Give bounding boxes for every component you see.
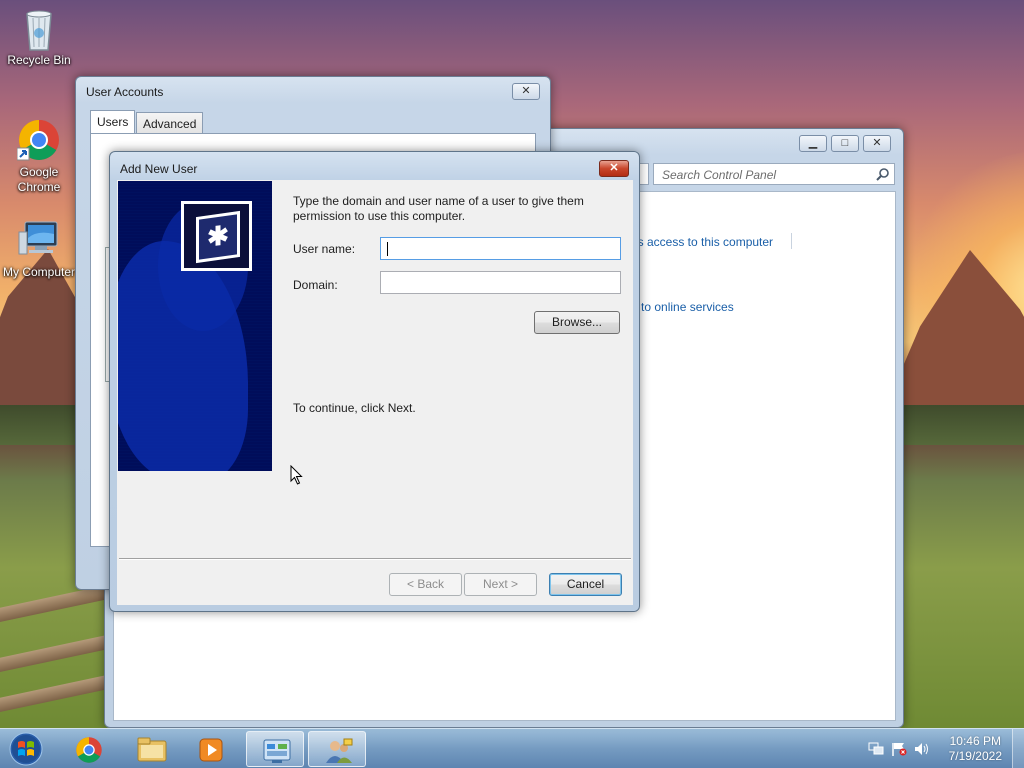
continue-hint: To continue, click Next. [293, 401, 416, 415]
wallpaper-fence [0, 633, 119, 674]
chrome-icon [16, 118, 61, 162]
taskbar-explorer[interactable] [122, 731, 180, 767]
media-player-icon [197, 736, 225, 762]
minimize-button[interactable]: ▁ [799, 135, 827, 152]
taskbar-control-panel[interactable] [246, 731, 304, 767]
action-center-flag-icon[interactable] [891, 742, 907, 756]
button-divider [119, 558, 631, 560]
explorer-folder-icon [137, 736, 167, 762]
close-button[interactable]: ✕ [863, 135, 891, 152]
tab-users[interactable]: Users [90, 110, 136, 134]
system-tray: 10:46 PM 7/19/2022 [864, 729, 1024, 768]
desktop-icon-my-computer[interactable]: My Computer [1, 218, 77, 280]
wizard-banner-image: ✱ [118, 181, 272, 471]
dialog-body: ✱ Type the domain and user name of a use… [117, 180, 633, 605]
mouse-cursor-icon [290, 464, 304, 485]
control-panel-icon [262, 737, 291, 763]
username-label: User name: [293, 242, 356, 256]
search-icon[interactable] [876, 167, 890, 181]
computer-icon [17, 218, 61, 262]
desktop-icon-google-chrome[interactable]: Google Chrome [1, 118, 77, 195]
taskbar: 10:46 PM 7/19/2022 [0, 728, 1024, 768]
text-caret [387, 242, 388, 256]
desktop-icon-label: Recycle Bin [7, 53, 71, 67]
next-button[interactable]: Next > [464, 573, 537, 596]
show-desktop-button[interactable] [1012, 729, 1024, 768]
link-online-services[interactable]: to online services [641, 300, 734, 314]
instruction-text: Type the domain and user name of a user … [293, 194, 584, 223]
domain-input[interactable] [380, 271, 621, 294]
window-title: User Accounts [86, 85, 164, 99]
taskbar-user-accounts[interactable] [308, 731, 366, 767]
browse-button[interactable]: Browse... [534, 311, 620, 334]
close-button[interactable]: ✕ [512, 83, 540, 100]
desktop-icon-recycle-bin[interactable]: Recycle Bin [1, 6, 77, 68]
back-button[interactable]: < Back [389, 573, 462, 596]
network-icon[interactable] [868, 742, 884, 756]
link-separator [791, 233, 792, 249]
start-button[interactable] [6, 731, 46, 767]
taskbar-media-player[interactable] [182, 731, 240, 767]
taskbar-chrome[interactable] [60, 731, 118, 767]
dialog-title: Add New User [120, 162, 198, 176]
chrome-icon [75, 736, 103, 763]
search-placeholder: Search Control Panel [662, 168, 777, 182]
username-input[interactable] [380, 237, 621, 260]
add-new-user-dialog: Add New User ✕ ✱ Type the domain and use… [109, 151, 640, 612]
desktop-icon-label: My Computer [2, 265, 76, 279]
tab-advanced[interactable]: Advanced [136, 112, 204, 134]
clock[interactable]: 10:46 PM 7/19/2022 [949, 734, 1002, 764]
user-key-icon: ✱ [181, 201, 252, 271]
clock-time: 10:46 PM [949, 734, 1001, 748]
link-user-access[interactable]: ers access to this computer [627, 235, 773, 249]
search-input[interactable]: Search Control Panel [653, 163, 895, 185]
user-accounts-icon [324, 737, 353, 763]
recycle-bin-icon [17, 6, 61, 51]
clock-date: 7/19/2022 [948, 749, 1002, 763]
domain-label: Domain: [293, 278, 338, 292]
volume-icon[interactable] [914, 742, 930, 756]
close-button[interactable]: ✕ [599, 160, 629, 177]
wallpaper-fence [0, 673, 119, 714]
desktop-icon-label: Google Chrome [17, 165, 61, 194]
cancel-button[interactable]: Cancel [549, 573, 622, 596]
maximize-button[interactable]: □ [831, 135, 859, 152]
